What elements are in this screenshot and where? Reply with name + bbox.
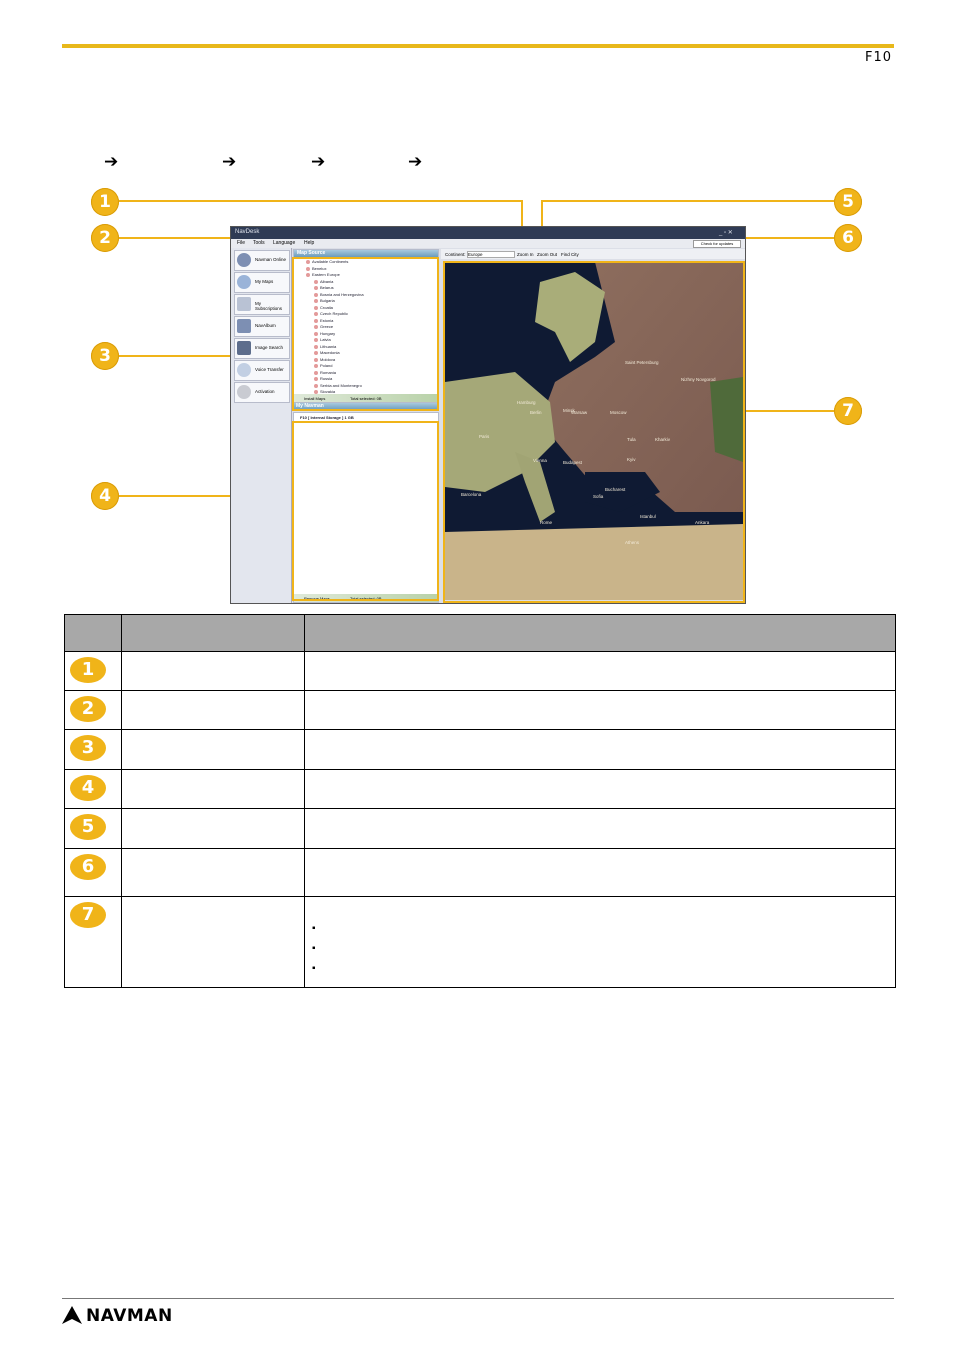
header-rule xyxy=(62,44,894,48)
row-callout: 3 xyxy=(70,735,106,761)
callout-2: 2 xyxy=(91,224,119,252)
continent-select[interactable]: Europe xyxy=(467,251,515,258)
table-row: 7 ▪ ▪ ▪ xyxy=(64,896,896,988)
check-updates-button[interactable]: Check for updates xyxy=(693,240,741,248)
subscription-icon xyxy=(237,297,251,311)
arrow-icon: ➔ xyxy=(104,152,119,172)
continent-label: Continent: xyxy=(445,252,466,257)
table-header-cell xyxy=(304,614,896,652)
table-header-cell xyxy=(121,614,305,652)
callout-5: 5 xyxy=(834,188,862,216)
highlight-map-view xyxy=(443,261,745,603)
app-screenshot: NavDesk _ ▫ ✕ File Tools Language Help C… xyxy=(230,226,746,604)
row-callout: 4 xyxy=(70,775,106,801)
image-search-icon xyxy=(237,341,251,355)
map-source-header: Map Source xyxy=(294,250,438,257)
callout-1: 1 xyxy=(91,188,119,216)
table-row: 3 xyxy=(64,729,896,770)
bullet-icon: ▪ xyxy=(312,963,316,974)
bullet-icon: ▪ xyxy=(312,943,316,954)
zoom-out-button[interactable]: Zoom Out xyxy=(537,252,557,257)
zoom-in-button[interactable]: Zoom In xyxy=(517,252,534,257)
callout-3: 3 xyxy=(91,342,119,370)
row-callout: 6 xyxy=(70,854,106,880)
nav-sidebar: Navman Online My Maps My Subscriptions N… xyxy=(231,248,292,603)
map-toolbar: Continent: Europe Zoom In Zoom Out Find … xyxy=(441,249,745,259)
table-row: 2 xyxy=(64,690,896,730)
nav-my-subscriptions[interactable]: My Subscriptions xyxy=(234,294,290,315)
album-icon xyxy=(237,319,251,333)
menu-file[interactable]: File xyxy=(237,240,245,246)
menu-language[interactable]: Language xyxy=(273,240,295,246)
nav-my-maps[interactable]: My Maps xyxy=(234,272,290,293)
menu-tools[interactable]: Tools xyxy=(253,240,265,246)
window-title: NavDesk xyxy=(235,229,260,235)
callout-4: 4 xyxy=(91,482,119,510)
nav-image-search[interactable]: Image Search xyxy=(234,338,290,359)
bullet-icon: ▪ xyxy=(312,923,316,934)
navman-logo: NAVMAN xyxy=(62,1306,173,1326)
device-storage-row[interactable]: F10 [ Internal Storage ] 1 GB xyxy=(300,416,354,420)
leader-line xyxy=(541,200,834,202)
nav-navman-online[interactable]: Navman Online xyxy=(234,250,290,271)
window-titlebar: NavDesk _ ▫ ✕ xyxy=(231,227,745,239)
menu-help[interactable]: Help xyxy=(304,240,314,246)
row-callout: 7 xyxy=(70,902,106,928)
leader-line xyxy=(119,200,523,202)
arrow-icon: ➔ xyxy=(408,152,423,172)
globe-icon xyxy=(237,253,251,267)
menu-bar: File Tools Language Help Check for updat… xyxy=(231,239,745,248)
table-header-row xyxy=(64,614,896,652)
row-callout: 1 xyxy=(70,657,106,683)
voice-icon xyxy=(237,363,251,377)
find-city-button[interactable]: Find City xyxy=(561,252,579,257)
map-icon xyxy=(237,275,251,289)
table-row: 4 xyxy=(64,769,896,809)
arrow-icon: ➔ xyxy=(222,152,237,172)
callout-7: 7 xyxy=(834,397,862,425)
window-controls[interactable]: _ ▫ ✕ xyxy=(719,229,733,236)
model-label: F10 xyxy=(864,50,892,65)
arrow-icon: ➔ xyxy=(311,152,326,172)
nav-navalbum[interactable]: NavAlbum xyxy=(234,316,290,337)
highlight-my-navman xyxy=(292,421,439,601)
navman-logo-icon xyxy=(62,1306,82,1324)
table-row: 1 xyxy=(64,651,896,691)
row-callout: 5 xyxy=(70,814,106,840)
nav-activation[interactable]: Activation xyxy=(234,382,290,403)
row-callout: 2 xyxy=(70,696,106,722)
footer-rule xyxy=(62,1298,894,1299)
callout-table: 1 2 3 4 5 6 7 ▪ ▪ ▪ xyxy=(64,614,896,988)
table-row: 6 xyxy=(64,848,896,897)
table-row: 5 xyxy=(64,808,896,849)
highlight-map-source xyxy=(292,257,439,411)
lock-icon xyxy=(237,385,251,399)
callout-6: 6 xyxy=(834,224,862,252)
leader-line xyxy=(743,410,834,412)
nav-voice-transfer[interactable]: Voice Transfer xyxy=(234,360,290,381)
table-header-cell xyxy=(64,614,122,652)
